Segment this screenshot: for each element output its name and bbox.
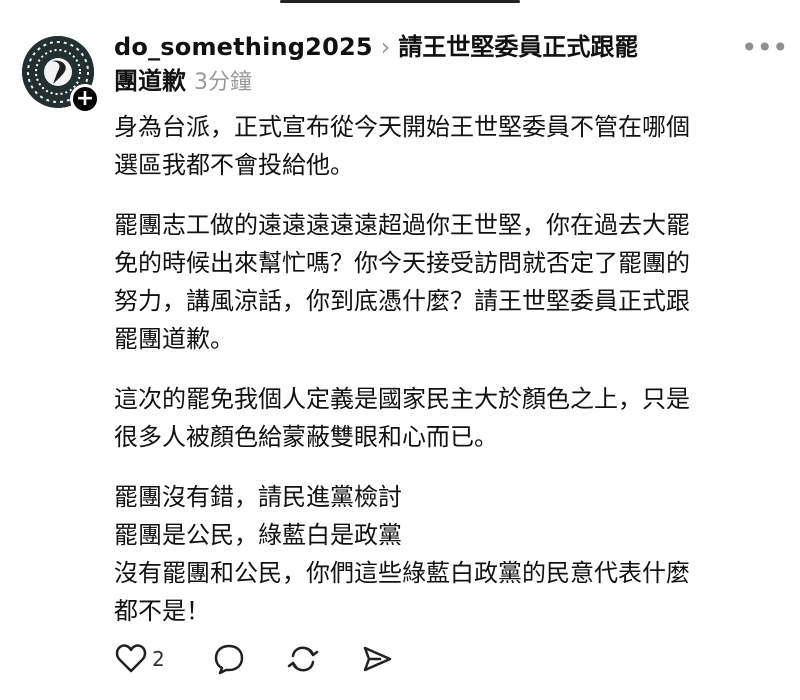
avatar-container[interactable]: +: [22, 36, 100, 114]
paragraph-4: 罷團沒有錯，請民進黨檢討 罷團是公民，綠藍白是政黨 沒有罷團和公民，你們這些綠藍…: [114, 478, 774, 630]
like-button[interactable]: 2: [114, 642, 165, 676]
post-header: do_something2025 › 請王世堅委員正式跟罷 團道歉 3分鐘: [114, 30, 714, 100]
text-line: 罷團道歉。: [114, 325, 234, 353]
post-time: 3分鐘: [194, 70, 252, 95]
text-line: 這次的罷免我個人定義是國家民主大於顏色之上，只是: [114, 385, 690, 413]
text-line: 罷團是公民，綠藍白是政黨: [114, 521, 402, 549]
text-line: 罷團沒有錯，請民進黨檢討: [114, 483, 402, 511]
post-actions: 2: [114, 642, 444, 676]
topic-title-line-1[interactable]: 請王世堅委員正式跟罷: [398, 33, 638, 61]
repost-button[interactable]: [286, 642, 320, 676]
text-line: 身為台派，正式宣布從今天開始王世堅委員不管在哪個: [114, 113, 690, 141]
post-body: 身為台派，正式宣布從今天開始王世堅委員不管在哪個 選區我都不會投給他。 罷團志工…: [114, 108, 774, 652]
text-line: 很多人被顏色給蒙蔽雙眼和心而已。: [114, 423, 498, 451]
topic-title-line-2[interactable]: 團道歉: [114, 67, 186, 95]
like-count: 2: [152, 647, 165, 671]
more-icon[interactable]: •••: [741, 34, 789, 62]
send-icon: [363, 646, 392, 672]
follow-plus-icon[interactable]: +: [70, 84, 100, 114]
text-line: 免的時候出來幫忙嗎？你今天接受訪問就否定了罷團的: [114, 249, 690, 277]
chevron-right-icon: ›: [380, 33, 391, 61]
heart-icon: [115, 644, 147, 673]
top-divider: [280, 0, 520, 3]
repost-icon: [287, 646, 319, 672]
text-line: 都不是！: [114, 597, 210, 625]
share-button[interactable]: [360, 642, 394, 676]
text-line: 努力，講風涼話，你到底憑什麼？請王世堅委員正式跟: [114, 287, 690, 315]
paragraph-3: 這次的罷免我個人定義是國家民主大於顏色之上，只是 很多人被顏色給蒙蔽雙眼和心而已…: [114, 380, 774, 456]
text-line: 沒有罷團和公民，你們這些綠藍白政黨的民意代表什麼: [114, 559, 690, 587]
reply-button[interactable]: [212, 642, 246, 676]
paragraph-2: 罷團志工做的遠遠遠遠遠超過你王世堅，你在過去大罷 免的時候出來幫忙嗎？你今天接受…: [114, 206, 774, 358]
paragraph-1: 身為台派，正式宣布從今天開始王世堅委員不管在哪個 選區我都不會投給他。: [114, 108, 774, 184]
text-line: 罷團志工做的遠遠遠遠遠超過你王世堅，你在過去大罷: [114, 211, 690, 239]
comment-icon: [214, 644, 244, 675]
text-line: 選區我都不會投給他。: [114, 151, 354, 179]
username-link[interactable]: do_something2025: [114, 33, 373, 61]
